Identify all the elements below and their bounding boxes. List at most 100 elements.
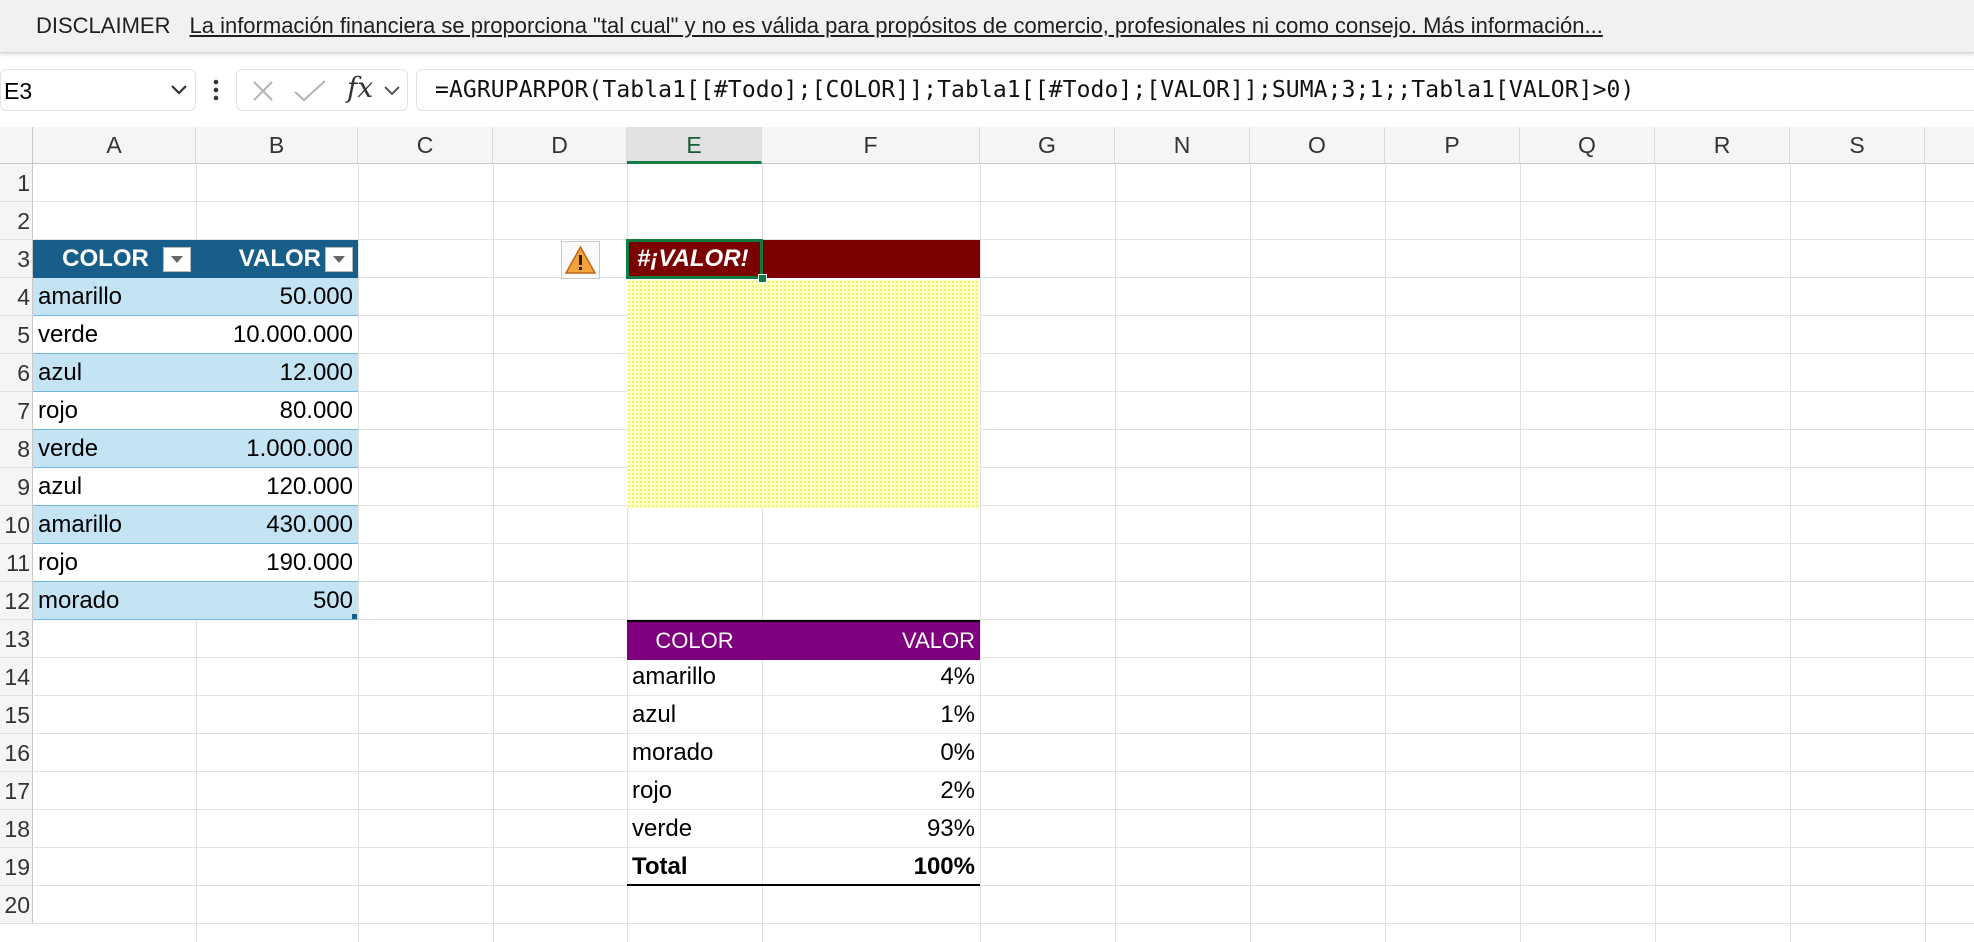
row-header[interactable]: 11 [0,544,33,582]
table1-cell[interactable]: verde [33,316,196,354]
row-header[interactable]: 7 [0,392,33,430]
table1-cell[interactable]: amarillo [33,278,196,316]
table1-cell[interactable]: 1.000.000 [196,430,358,468]
gridline [33,809,1974,810]
table1-cell[interactable]: rojo [33,544,196,582]
table2-cell[interactable]: 4% [762,658,980,696]
table1-cell[interactable]: azul [33,468,196,506]
gridline [1250,164,1251,942]
row-header[interactable]: 10 [0,506,33,544]
table2-cell[interactable]: azul [627,696,762,734]
row-number: 20 [4,892,30,918]
table1-cell[interactable]: azul [33,354,196,392]
column-header-s[interactable]: S [1790,127,1925,164]
table2-cell[interactable]: 2% [762,772,980,810]
gridline [980,164,981,942]
row-number: 16 [4,740,30,766]
table2-header-valor[interactable]: VALOR [762,622,980,660]
error-warning-button[interactable] [561,241,600,279]
column-header-d[interactable]: D [493,127,627,164]
row-header[interactable]: 2 [0,202,33,240]
gridline [33,771,1974,772]
table1-cell[interactable]: 120.000 [196,468,358,506]
column-header-f[interactable]: F [762,127,980,164]
column-header-a[interactable]: A [33,127,196,164]
column-header-b[interactable]: B [196,127,358,164]
gridline [1520,164,1521,942]
gridline [1115,164,1116,942]
filter-dropdown-button[interactable] [163,247,191,272]
row-header[interactable]: 9 [0,468,33,506]
column-header-t[interactable] [1925,127,1974,164]
warning-icon [564,245,597,274]
table-resize-handle[interactable] [352,614,357,619]
row-number: 17 [4,778,30,804]
column-header-c[interactable]: C [358,127,493,164]
table2-cell[interactable]: verde [627,810,762,848]
row-number: 3 [17,246,30,272]
row-number: 5 [17,322,30,348]
select-all-corner[interactable] [0,127,33,164]
column-header-n[interactable]: N [1115,127,1250,164]
table2-total-value[interactable]: 100% [762,848,980,886]
table1-cell[interactable]: verde [33,430,196,468]
table1-cell[interactable]: morado [33,582,196,620]
table2-cell[interactable]: 1% [762,696,980,734]
table1-cell[interactable]: 10.000.000 [196,316,358,354]
table2-cell[interactable]: morado [627,734,762,772]
row-number: 14 [4,664,30,690]
table1-cell[interactable]: 190.000 [196,544,358,582]
table1-cell[interactable]: amarillo [33,506,196,544]
row-number: 18 [4,816,30,842]
table2-cell[interactable]: 0% [762,734,980,772]
gridline [1385,164,1386,942]
column-header-o[interactable]: O [1250,127,1385,164]
gridline [33,733,1974,734]
row-header[interactable]: 1 [0,164,33,202]
row-header[interactable]: 20 [0,886,33,924]
row-header[interactable]: 3 [0,240,33,278]
row-header[interactable]: 19 [0,848,33,886]
table2-header-color[interactable]: COLOR [627,622,762,660]
column-header-g[interactable]: G [980,127,1115,164]
row-number: 9 [17,474,30,500]
row-header[interactable]: 18 [0,810,33,848]
row-number: 13 [4,626,30,652]
table2-cell[interactable]: amarillo [627,658,762,696]
spill-range-area [627,280,980,508]
fill-handle[interactable] [758,274,767,283]
row-header[interactable]: 13 [0,620,33,658]
row-header[interactable]: 15 [0,696,33,734]
table1-cell[interactable]: 50.000 [196,278,358,316]
table1-cell[interactable]: 430.000 [196,506,358,544]
row-number: 4 [17,284,30,310]
row-number: 19 [4,854,30,880]
row-header[interactable]: 16 [0,734,33,772]
row-number: 7 [17,398,30,424]
row-header[interactable]: 5 [0,316,33,354]
column-header-p[interactable]: P [1385,127,1520,164]
row-header[interactable]: 17 [0,772,33,810]
table2-cell[interactable]: rojo [627,772,762,810]
table1-cell[interactable]: 500 [196,582,358,620]
table2-cell[interactable]: 93% [762,810,980,848]
row-header[interactable]: 4 [0,278,33,316]
row-header[interactable]: 6 [0,354,33,392]
table1-cell[interactable]: rojo [33,392,196,430]
table1-cell[interactable]: 80.000 [196,392,358,430]
gridline [33,847,1974,848]
column-header-r[interactable]: R [1655,127,1790,164]
gridline [33,885,1974,886]
row-header[interactable]: 12 [0,582,33,620]
column-header-q[interactable]: Q [1520,127,1655,164]
gridline [1925,164,1926,942]
filter-dropdown-button[interactable] [325,247,353,272]
table2-total-label[interactable]: Total [627,848,762,886]
row-number: 6 [17,360,30,386]
row-header[interactable]: 8 [0,430,33,468]
spreadsheet-grid: A B C D E F G N O P Q R S 1 2 3 4 5 6 7 … [0,0,1974,942]
table1-cell[interactable]: 12.000 [196,354,358,392]
column-header-e[interactable]: E [627,127,762,164]
gridline [33,695,1974,696]
row-header[interactable]: 14 [0,658,33,696]
